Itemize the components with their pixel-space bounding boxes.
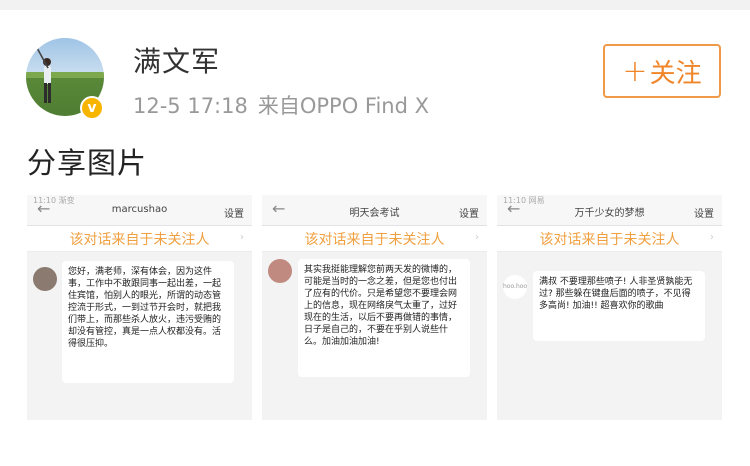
username[interactable]: 满文军 <box>133 40 220 80</box>
message-bubble: 其实我挺能理解您前两天发的微博的，可能是当时的一念之差，但是您也付出了应有的代价… <box>298 259 470 377</box>
settings-label: 设置 <box>694 209 714 220</box>
message-bubble: 您好，满老师，深有体会，因为这件事，工作中不敢跟同事一起出差，一起住宾馆，怕别人… <box>62 261 234 383</box>
chat-title: 万千少女的梦想 <box>574 208 645 219</box>
not-following-banner: 该对话来自于未关注人 › <box>262 226 487 252</box>
banner-text: 该对话来自于未关注人 <box>304 232 445 248</box>
screenshot-image-2[interactable]: ← 明天会考试 设置 该对话来自于未关注人 › 其实我挺能理解您前两天发的微博的… <box>262 195 487 420</box>
sender-avatar <box>268 259 292 283</box>
not-following-banner: 该对话来自于未关注人 › <box>497 226 722 252</box>
settings-label: 设置 <box>459 209 479 220</box>
post-time: 12-5 17:18 <box>133 94 248 118</box>
chevron-right-icon: › <box>710 232 714 243</box>
follow-label: 关注 <box>649 58 702 89</box>
top-strip <box>0 0 750 10</box>
chat-header: ← 明天会考试 设置 <box>262 195 487 226</box>
banner-text: 该对话来自于未关注人 <box>539 232 680 248</box>
screenshot-image-1[interactable]: 11:10 渐变 ← marcushao 设置 该对话来自于未关注人 › 您好，… <box>27 195 252 420</box>
chevron-right-icon: › <box>240 232 244 243</box>
message-bubble: 满叔 不要理那些喷子! 人非圣贤孰能无过? 那些躲在键盘后面的喷子，不见得多高尚… <box>533 271 705 341</box>
banner-text: 该对话来自于未关注人 <box>69 232 210 248</box>
settings-label: 设置 <box>224 209 244 220</box>
post-meta: 12-5 17:18 来自OPPO Find X <box>133 90 429 120</box>
chat-title: marcushao <box>111 204 168 215</box>
screenshot-image-3[interactable]: 11:10 网易 ← 万千少女的梦想 设置 该对话来自于未关注人 › hoo.h… <box>497 195 722 420</box>
post-text: 分享图片 <box>27 146 148 180</box>
chat-header: 11:10 网易 ← 万千少女的梦想 设置 <box>497 195 722 226</box>
verified-badge-icon: v <box>80 96 104 120</box>
follow-button[interactable]: + 关注 <box>603 44 721 98</box>
plus-icon: + <box>622 53 648 89</box>
sender-avatar <box>33 267 57 291</box>
chat-title: 明天会考试 <box>349 208 400 219</box>
chat-header: 11:10 渐变 ← marcushao 设置 <box>27 195 252 226</box>
sender-avatar: hoo.hoo <box>503 275 527 299</box>
not-following-banner: 该对话来自于未关注人 › <box>27 226 252 252</box>
chevron-right-icon: › <box>475 232 479 243</box>
post-source[interactable]: 来自OPPO Find X <box>258 94 429 118</box>
